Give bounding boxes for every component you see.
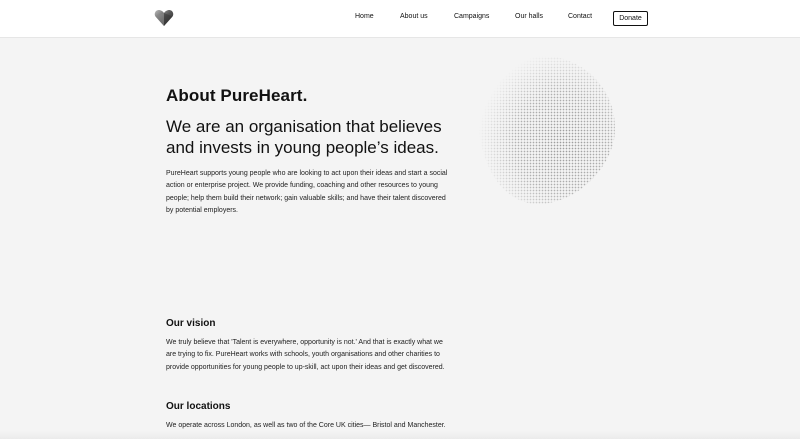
locations-title: Our locations <box>166 401 231 412</box>
headline: We are an organisation that believes and… <box>166 117 442 157</box>
page-title: About PureHeart. <box>166 86 308 105</box>
vision-title: Our vision <box>166 318 216 329</box>
main-nav: Home About us Campaigns Our halls Contac… <box>0 0 800 38</box>
nav-home[interactable]: Home <box>355 13 374 20</box>
nav-about-us[interactable]: About us <box>400 13 428 20</box>
intro-paragraph: PureHeart supports young people who are … <box>166 170 448 214</box>
nav-contact[interactable]: Contact <box>568 13 592 20</box>
vision-paragraph: We truly believe that 'Talent is everywh… <box>166 339 445 371</box>
page-bottom-fade <box>0 431 800 439</box>
site-header: Home About us Campaigns Our halls Contac… <box>0 0 800 38</box>
donate-button[interactable]: Donate <box>613 11 648 26</box>
halftone-blob-graphic <box>448 48 620 208</box>
nav-our-halls[interactable]: Our halls <box>515 13 543 20</box>
nav-campaigns[interactable]: Campaigns <box>454 13 489 20</box>
